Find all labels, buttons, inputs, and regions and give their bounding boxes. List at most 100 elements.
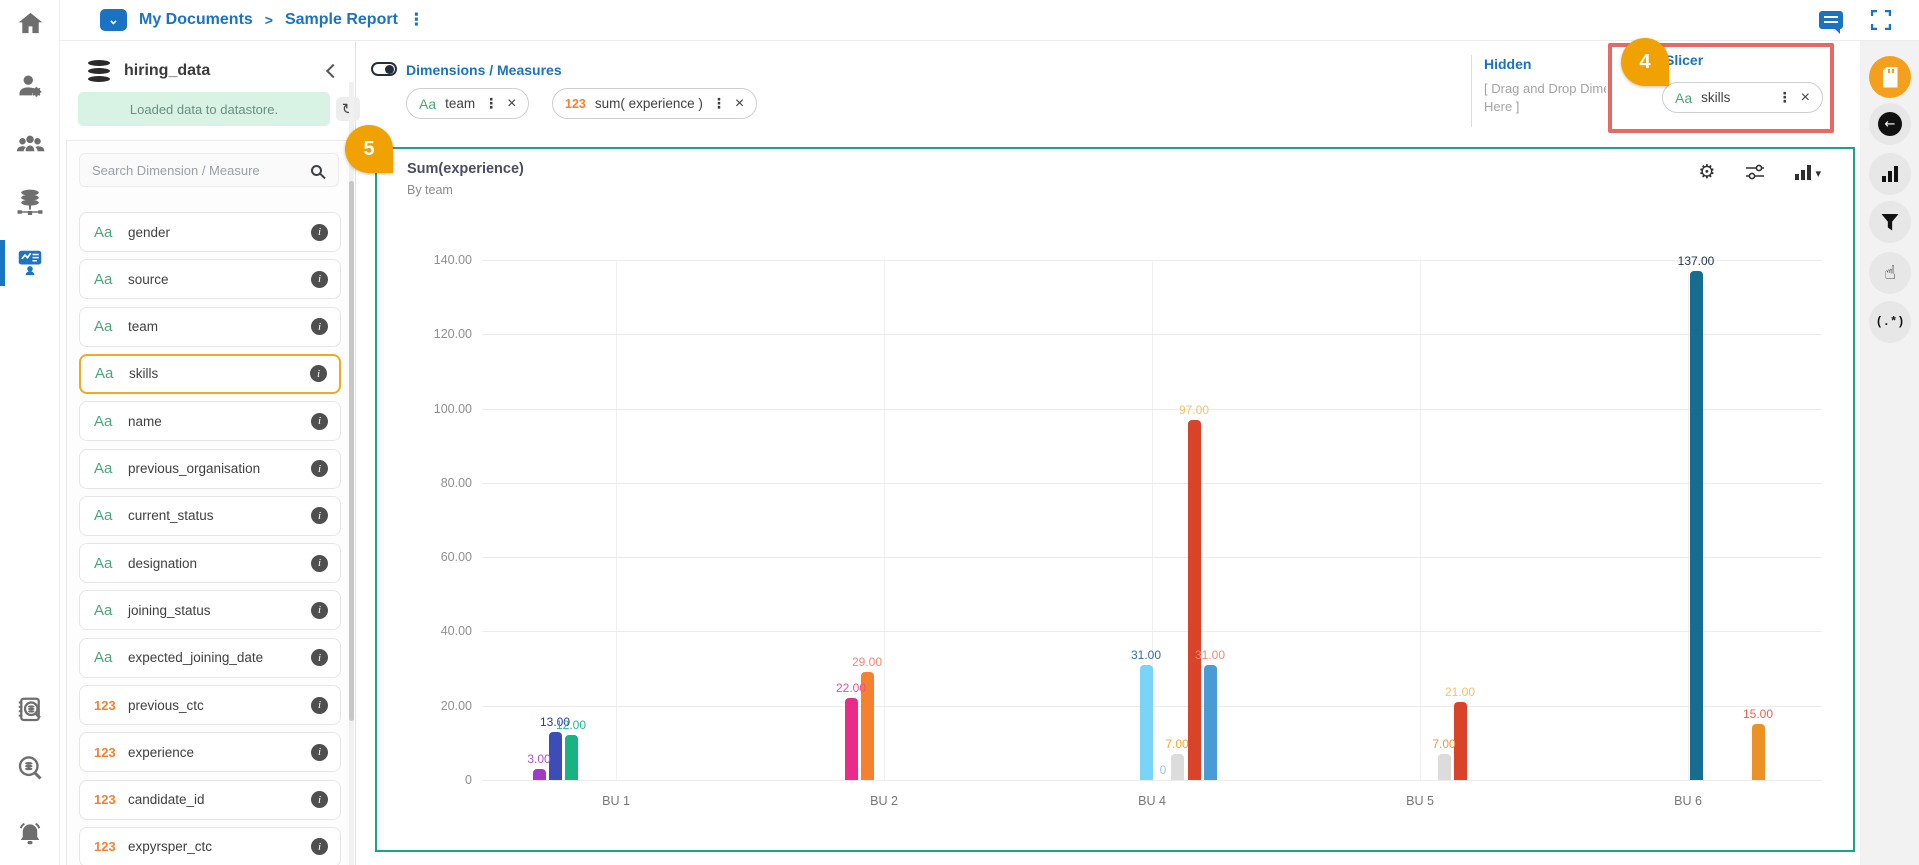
field-item-skills[interactable]: Aa skills i	[79, 353, 341, 394]
bar-BU4-7.00[interactable]	[1170, 754, 1184, 780]
pill-menu-icon[interactable]: ⋮	[484, 96, 498, 112]
breadcrumb-menu-icon[interactable]: ⋮	[408, 10, 425, 30]
info-icon[interactable]: i	[311, 601, 328, 619]
bar-BU1-3.00[interactable]	[532, 768, 546, 780]
app-root: ⌄ My Documents > Sample Report ⋮ hiring_…	[0, 0, 1919, 865]
bar-BU1-12.00[interactable]	[564, 735, 578, 780]
data-catalog-icon[interactable]	[0, 688, 60, 732]
slicer-pill-skills[interactable]: Aa skills ⋮ ×	[1662, 82, 1823, 113]
field-item-name[interactable]: Aa name i	[79, 401, 341, 442]
right-rail: ← ☝ (.*)	[1860, 41, 1919, 865]
bar-BU6-137.00[interactable]	[1689, 271, 1703, 780]
step-badge-4: 4	[1621, 38, 1669, 86]
pill-menu-icon[interactable]: ⋮	[1778, 90, 1792, 106]
home-icon[interactable]	[0, 1, 60, 45]
pill-remove-icon[interactable]: ×	[507, 95, 516, 113]
bar-BU4-31.00[interactable]	[1203, 664, 1217, 780]
bar-value-label: 31.00	[1130, 647, 1162, 662]
pill-remove-icon[interactable]: ×	[735, 95, 744, 113]
folder-down-icon[interactable]: ⌄	[100, 9, 127, 31]
bar-BU4-31.00[interactable]	[1139, 664, 1153, 780]
info-icon[interactable]: i	[311, 223, 328, 241]
number-type-icon: 123	[94, 792, 116, 808]
panel-scrollbar-thumb[interactable]	[349, 181, 354, 721]
info-icon[interactable]: i	[311, 791, 328, 809]
hidden-hint-line2: Here ]	[1484, 99, 1520, 114]
comment-icon[interactable]	[1819, 11, 1843, 34]
field-item-previous_organisation[interactable]: Aa previous_organisation i	[79, 448, 341, 489]
info-icon[interactable]: i	[311, 460, 328, 477]
field-item-joining_status[interactable]: Aa joining_status i	[79, 590, 341, 631]
bar-BU4-97.00[interactable]	[1187, 419, 1201, 780]
field-item-source[interactable]: Aa source i	[79, 259, 341, 300]
field-item-designation[interactable]: Aa designation i	[79, 543, 341, 584]
storage-card-icon[interactable]	[1869, 56, 1911, 98]
field-item-gender[interactable]: Aa gender i	[79, 212, 341, 252]
field-item-previous_ctc[interactable]: 123 previous_ctc i	[79, 685, 341, 725]
field-item-expected_joining_date[interactable]: Aa expected_joining_date i	[79, 637, 341, 678]
text-type-icon: Aa	[1675, 89, 1693, 106]
search-input[interactable]: Search Dimension / Measure	[79, 153, 339, 187]
info-icon[interactable]: i	[311, 554, 328, 572]
field-item-team[interactable]: Aa team i	[79, 306, 341, 347]
bar-value-label: 22.00	[835, 681, 867, 696]
info-icon[interactable]: i	[311, 696, 328, 714]
dimensions-header: Dimensions / Measures	[406, 62, 562, 78]
field-item-experience[interactable]: 123 experience i	[79, 732, 341, 773]
field-item-candidate_id[interactable]: 123 candidate_id i	[79, 779, 341, 820]
info-icon[interactable]: i	[311, 649, 328, 667]
pointer-icon[interactable]: ☝	[1869, 252, 1911, 294]
info-icon[interactable]: i	[311, 318, 328, 336]
field-label: experience	[128, 744, 195, 760]
topbar: ⌄ My Documents > Sample Report ⋮	[60, 0, 1919, 41]
breadcrumb-separator: >	[264, 12, 273, 28]
bar-BU2-22.00[interactable]	[844, 698, 858, 780]
bar-chart-plot: 140.00 120.00 100.00 80.00 60.00 40.00 20.00 0 B…	[377, 149, 1857, 854]
pill-menu-icon[interactable]: ⋮	[712, 96, 726, 112]
info-icon[interactable]: i	[311, 507, 328, 525]
report-icon[interactable]	[0, 240, 60, 284]
y-axis-tick: 20.00	[440, 698, 472, 713]
text-type-icon: Aa	[94, 223, 113, 241]
collapse-panel-icon[interactable]	[325, 63, 341, 79]
pill-remove-icon[interactable]: ×	[1801, 89, 1810, 107]
filter-icon[interactable]	[1869, 201, 1911, 243]
info-icon[interactable]: i	[310, 365, 327, 383]
field-item-expyrsper_ctc[interactable]: 123 expyrsper_ctc i	[79, 826, 341, 865]
undo-icon[interactable]: ←	[1869, 103, 1911, 145]
bar-BU6-15.00[interactable]	[1751, 724, 1765, 780]
dimension-pill-team[interactable]: Aa team ⋮ ×	[406, 88, 530, 119]
notifications-icon[interactable]	[0, 813, 60, 857]
y-axis-tick: 0	[465, 773, 472, 787]
datastore-icon[interactable]	[0, 180, 60, 224]
search-icon[interactable]	[311, 164, 322, 176]
field-label: expected_joining_date	[128, 650, 264, 666]
measure-pill-sum-experience[interactable]: 123 sum( experience ) ⋮ ×	[552, 88, 758, 119]
builder-toggle-icon[interactable]	[371, 62, 397, 76]
info-icon[interactable]: i	[311, 743, 328, 761]
status-banner: Loaded data to datastore.	[78, 92, 330, 126]
x-axis-tick: BU 2	[870, 794, 898, 808]
data-search-icon[interactable]	[0, 746, 60, 790]
users-icon[interactable]	[0, 123, 60, 167]
refresh-icon[interactable]: ↻	[336, 97, 360, 121]
bar-BU5-7.00[interactable]	[1437, 754, 1451, 780]
hidden-dropzone[interactable]: [ Drag and Drop Dimension Here ]	[1484, 80, 1606, 116]
fullscreen-icon[interactable]	[1871, 10, 1891, 30]
x-axis-tick: BU 6	[1674, 794, 1702, 808]
chart-bars-icon[interactable]	[1869, 153, 1911, 195]
left-rail	[0, 0, 60, 865]
info-icon[interactable]: i	[311, 412, 328, 430]
info-icon[interactable]: i	[311, 838, 328, 856]
breadcrumb-current[interactable]: Sample Report	[285, 11, 398, 29]
bar-value-label: 0	[1159, 763, 1167, 777]
info-icon[interactable]: i	[311, 270, 328, 288]
field-label: joining_status	[128, 602, 211, 618]
user-settings-icon[interactable]	[0, 64, 60, 108]
field-item-current_status[interactable]: Aa current_status i	[79, 495, 341, 536]
field-label: source	[128, 271, 169, 287]
breadcrumb-root[interactable]: My Documents	[139, 11, 253, 29]
regex-icon[interactable]: (.*)	[1869, 301, 1911, 343]
active-nav-indicator	[0, 240, 5, 286]
y-axis-tick: 120.00	[433, 327, 472, 342]
